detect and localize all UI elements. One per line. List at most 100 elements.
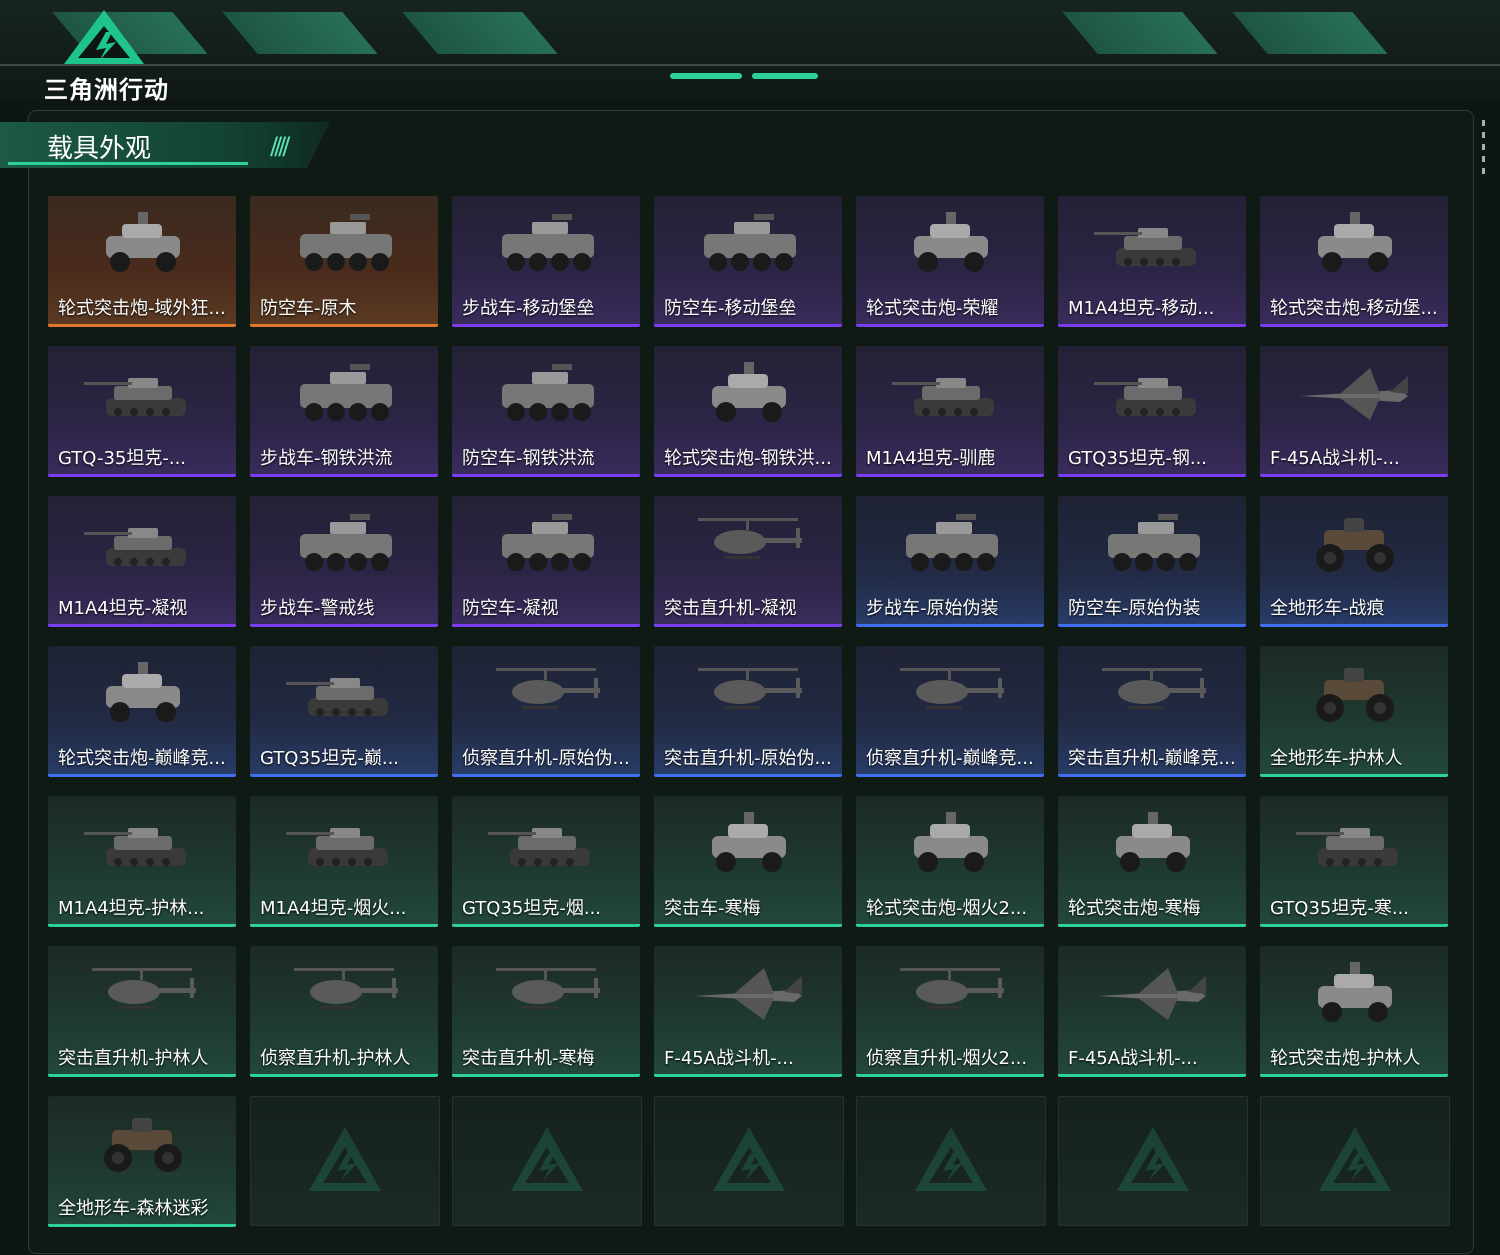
tank-icon xyxy=(488,828,590,866)
vehicle-skin-label: M1A4坦克-护林... xyxy=(58,898,205,919)
top-header xyxy=(0,0,1500,100)
atv-icon xyxy=(104,1118,182,1172)
vehicle-skin-label: F-45A战斗机-... xyxy=(1068,1048,1198,1069)
atv-icon xyxy=(1316,668,1394,722)
vehicle-skin-card[interactable]: F-45A战斗机-... xyxy=(1058,946,1246,1077)
vehicle-skin-card[interactable]: GTQ35坦克-巅... xyxy=(250,646,438,777)
vehicle-skin-label: 轮式突击炮-域外狂... xyxy=(58,298,226,319)
vehicle-skin-card[interactable]: 突击直升机-巅峰竞... xyxy=(1058,646,1246,777)
vehicle-skin-card[interactable]: M1A4坦克-凝视 xyxy=(48,496,236,627)
vehicle-skin-card[interactable]: 步战车-原始伪装 xyxy=(856,496,1044,627)
tank-icon xyxy=(1296,828,1398,866)
vehicle-skin-label: M1A4坦克-烟火... xyxy=(260,898,407,919)
vehicle-skin-card[interactable]: GTQ35坦克-寒... xyxy=(1260,796,1448,927)
helicopter-icon xyxy=(698,518,802,559)
vehicle-skin-card[interactable]: 轮式突击炮-移动堡... xyxy=(1260,196,1448,327)
vehicle-skin-card[interactable]: F-45A战斗机-... xyxy=(654,946,842,1077)
indicator-segment xyxy=(752,73,818,79)
vehicle-skin-card[interactable]: 侦察直升机-护林人 xyxy=(250,946,438,1077)
vehicle-skin-card[interactable]: 突击直升机-护林人 xyxy=(48,946,236,1077)
placeholder-logo-icon xyxy=(1117,1127,1189,1191)
tank-icon xyxy=(892,378,994,416)
armored-car-icon xyxy=(914,212,988,272)
fighter-jet-icon xyxy=(1300,368,1408,420)
vehicle-skin-card[interactable]: 轮式突击炮-巅峰竞... xyxy=(48,646,236,777)
vehicle-skin-card[interactable]: GTQ35坦克-钢... xyxy=(1058,346,1246,477)
placeholder-logo-icon xyxy=(915,1127,987,1191)
vehicle-skin-card[interactable]: 轮式突击炮-寒梅 xyxy=(1058,796,1246,927)
tank-icon xyxy=(286,828,388,866)
ifv-icon xyxy=(502,364,594,421)
vehicle-skin-card[interactable]: 防空车-钢铁洪流 xyxy=(452,346,640,477)
vehicle-skin-card[interactable]: 步战车-移动堡垒 xyxy=(452,196,640,327)
atv-icon xyxy=(1316,518,1394,572)
slash-decoration-icon: //// xyxy=(270,132,290,160)
vehicle-skin-label: 全地形车-战痕 xyxy=(1270,598,1385,619)
indicator-segment xyxy=(670,73,742,79)
vehicle-skin-label: 轮式突击炮-烟火2... xyxy=(866,898,1028,919)
scrollbar[interactable] xyxy=(1482,120,1486,180)
vehicle-skin-label: GTQ35坦克-烟... xyxy=(462,898,602,919)
vehicle-skin-card[interactable]: 防空车-凝视 xyxy=(452,496,640,627)
ifv-icon xyxy=(502,514,594,571)
vehicle-skin-label: GTQ35坦克-巅... xyxy=(260,748,400,769)
vehicle-skin-card[interactable]: 突击直升机-凝视 xyxy=(654,496,842,627)
vehicle-skin-card[interactable]: M1A4坦克-护林... xyxy=(48,796,236,927)
tank-icon xyxy=(1094,378,1196,416)
vehicle-skin-card[interactable]: M1A4坦克-移动... xyxy=(1058,196,1246,327)
vehicle-skin-card[interactable]: 全地形车-战痕 xyxy=(1260,496,1448,627)
vehicle-skin-card[interactable]: 突击车-寒梅 xyxy=(654,796,842,927)
vehicle-skin-label: 突击直升机-寒梅 xyxy=(462,1048,595,1069)
vehicle-skin-card[interactable]: 步战车-钢铁洪流 xyxy=(250,346,438,477)
vehicle-skin-card[interactable]: 防空车-移动堡垒 xyxy=(654,196,842,327)
vehicle-skin-card[interactable]: 侦察直升机-原始伪... xyxy=(452,646,640,777)
helicopter-icon xyxy=(92,968,196,1009)
empty-slot xyxy=(250,1096,440,1226)
fighter-jet-icon xyxy=(1098,968,1206,1020)
armored-car-icon xyxy=(914,812,988,872)
vehicle-skin-card[interactable]: 防空车-原木 xyxy=(250,196,438,327)
vehicle-skin-card[interactable]: GTQ-35坦克-... xyxy=(48,346,236,477)
empty-slot xyxy=(1058,1096,1248,1226)
fighter-jet-icon xyxy=(694,968,802,1020)
armored-car-icon xyxy=(1116,812,1190,872)
header-stripe xyxy=(222,12,378,54)
placeholder-logo-icon xyxy=(713,1127,785,1191)
armored-car-icon xyxy=(712,812,786,872)
vehicle-skin-card[interactable]: 轮式突击炮-护林人 xyxy=(1260,946,1448,1077)
vehicle-skin-card[interactable]: 轮式突击炮-烟火2... xyxy=(856,796,1044,927)
vehicle-skin-card[interactable]: 侦察直升机-烟火2... xyxy=(856,946,1044,1077)
helicopter-icon xyxy=(900,668,1004,709)
vehicle-skin-label: 突击直升机-巅峰竞... xyxy=(1068,748,1236,769)
ifv-icon xyxy=(300,214,392,271)
vehicle-skin-card[interactable]: M1A4坦克-驯鹿 xyxy=(856,346,1044,477)
vehicle-skin-label: GTQ35坦克-寒... xyxy=(1270,898,1410,919)
header-stripe xyxy=(1232,12,1388,54)
vehicle-skin-label: 突击直升机-原始伪... xyxy=(664,748,832,769)
empty-slot xyxy=(452,1096,642,1226)
vehicle-skin-card[interactable]: GTQ35坦克-烟... xyxy=(452,796,640,927)
vehicle-skin-card[interactable]: 突击直升机-寒梅 xyxy=(452,946,640,1077)
ifv-icon xyxy=(300,364,392,421)
page-indicator xyxy=(670,73,820,81)
vehicle-skin-label: 步战车-钢铁洪流 xyxy=(260,448,393,469)
vehicle-skin-card[interactable]: M1A4坦克-烟火... xyxy=(250,796,438,927)
vehicle-skin-card[interactable]: 轮式突击炮-荣耀 xyxy=(856,196,1044,327)
vehicle-skin-card[interactable]: 突击直升机-原始伪... xyxy=(654,646,842,777)
vehicle-skin-card[interactable]: 全地形车-森林迷彩 xyxy=(48,1096,236,1227)
helicopter-icon xyxy=(698,668,802,709)
helicopter-icon xyxy=(900,968,1004,1009)
vehicle-skin-card[interactable]: 侦察直升机-巅峰竞... xyxy=(856,646,1044,777)
vehicle-skin-card[interactable]: 全地形车-护林人 xyxy=(1260,646,1448,777)
vehicle-skin-card[interactable]: 防空车-原始伪装 xyxy=(1058,496,1246,627)
helicopter-icon xyxy=(294,968,398,1009)
game-title: 三角洲行动 xyxy=(44,76,169,104)
vehicle-skin-label: 侦察直升机-原始伪... xyxy=(462,748,630,769)
header-stripe xyxy=(1062,12,1218,54)
vehicle-skin-card[interactable]: 步战车-警戒线 xyxy=(250,496,438,627)
tank-icon xyxy=(84,828,186,866)
vehicle-skin-label: 轮式突击炮-移动堡... xyxy=(1270,298,1438,319)
vehicle-skin-card[interactable]: 轮式突击炮-域外狂... xyxy=(48,196,236,327)
vehicle-skin-card[interactable]: 轮式突击炮-钢铁洪... xyxy=(654,346,842,477)
vehicle-skin-card[interactable]: F-45A战斗机-... xyxy=(1260,346,1448,477)
